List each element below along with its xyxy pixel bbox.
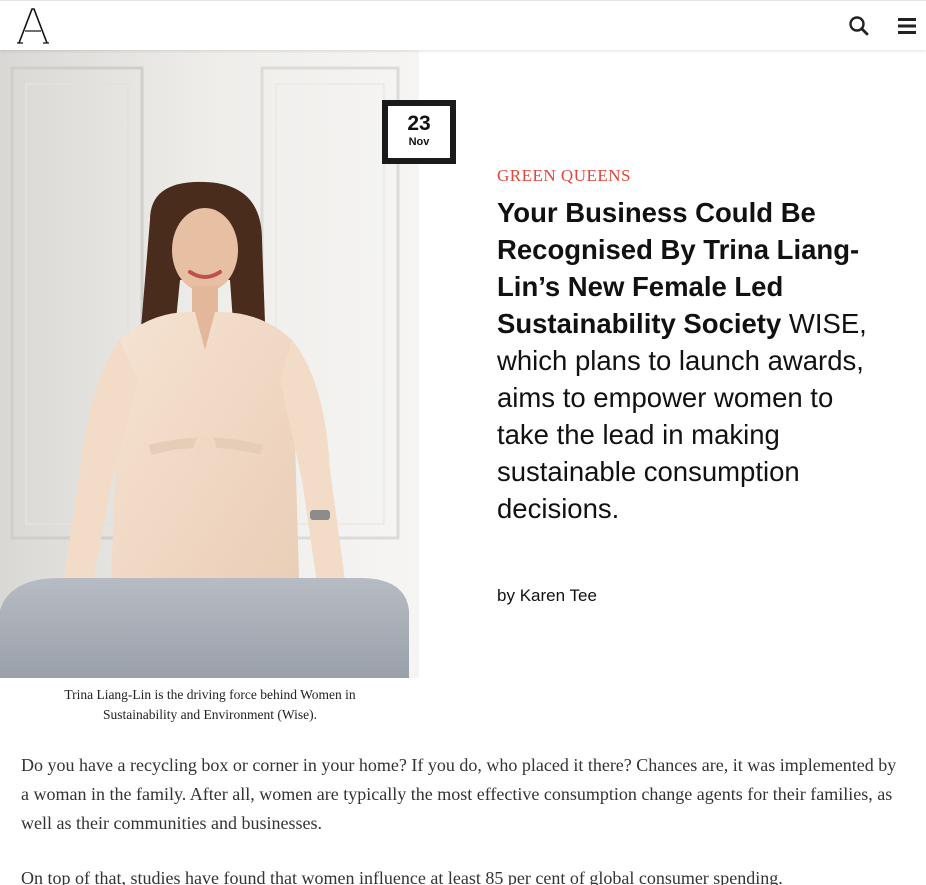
body-paragraph: Do you have a recycling box or corner in… [21,755,897,833]
category-link[interactable]: GREEN QUEENS [497,166,631,186]
search-icon[interactable] [846,13,872,39]
byline: by Karen Tee [497,586,597,606]
article-headline: Your Business Could Be Recognised By Tri… [497,194,867,527]
date-month: Nov [408,136,430,148]
body-paragraph: On top of that, studies have found that … [21,868,783,885]
hero-photo [0,50,419,678]
date-badge: 23 Nov [382,100,456,164]
author-link[interactable]: Karen Tee [520,586,597,605]
article-dek: WISE, which plans to launch awards, aims… [497,308,867,524]
top-navigation-bar [0,0,926,50]
photo-caption: Trina Liang-Lin is the driving force beh… [64,687,356,722]
byline-prefix: by [497,586,515,605]
hamburger-menu-icon[interactable] [896,15,918,37]
date-badge-inner: 23 Nov [388,106,450,158]
date-day: 23 [407,112,431,135]
letter-a-logo[interactable] [17,7,49,45]
